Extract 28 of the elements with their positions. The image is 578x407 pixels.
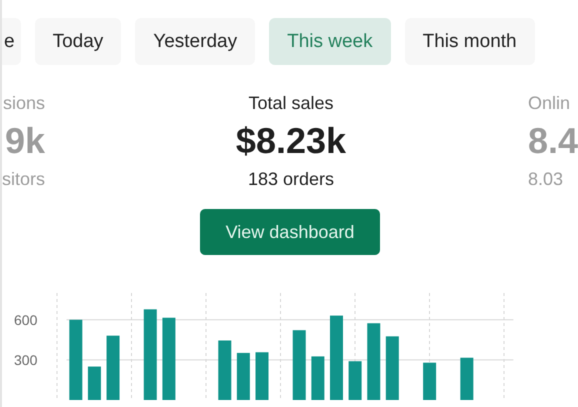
chart-bar (311, 356, 324, 400)
metric-label: sions (2, 93, 46, 115)
date-range-tab[interactable]: Today (34, 18, 122, 65)
chart-bar (236, 352, 250, 400)
date-range-tab[interactable]: This week (269, 18, 391, 65)
chart-bar (292, 330, 306, 400)
chart-bar (218, 340, 232, 400)
date-range-tab[interactable]: Yesterday (135, 18, 256, 65)
date-range-tab[interactable]: This month (404, 18, 535, 65)
view-dashboard-button[interactable]: View dashboard (200, 209, 380, 255)
chart-bar (460, 358, 474, 400)
metric-detail: 183 orders (248, 169, 334, 191)
chart-bar (348, 361, 362, 400)
metric-value: $8.23k (236, 119, 346, 163)
metric-detail: sitors (2, 169, 46, 191)
metric-value: 9k (4, 119, 46, 163)
metric-label: Total sales (248, 93, 334, 115)
chart-bar (256, 352, 268, 400)
date-range-tab[interactable]: e (2, 18, 21, 65)
chart-bar (386, 336, 399, 400)
metric-detail: 8.03 (528, 169, 563, 191)
chart-bar (106, 336, 120, 400)
metric-value: 8.4 (528, 119, 578, 163)
metric-label: Onlin (528, 93, 570, 115)
y-axis-label: 300 (14, 352, 38, 368)
chart-bar (423, 362, 436, 400)
chart-bar (88, 366, 101, 400)
y-axis-label: 600 (14, 312, 38, 328)
